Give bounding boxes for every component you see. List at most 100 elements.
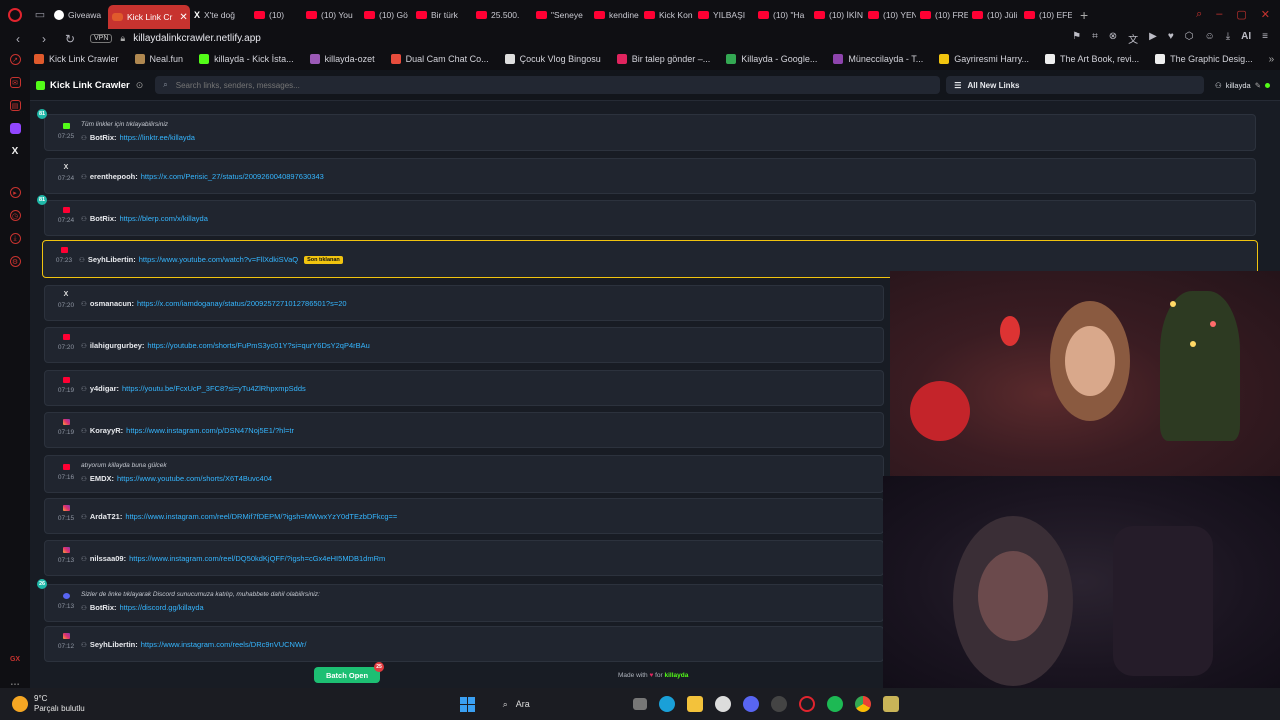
message-link[interactable]: https://www.youtube.com/shorts/X6T4Buvc4… bbox=[117, 474, 272, 483]
aria-icon[interactable]: ↗ bbox=[9, 54, 21, 65]
player-icon[interactable]: ▸ bbox=[9, 187, 21, 198]
browser-tab[interactable]: Kick Kon bbox=[640, 4, 694, 26]
new-tab-button[interactable]: + bbox=[1072, 7, 1096, 23]
x-icon[interactable]: X bbox=[10, 146, 21, 157]
minimize-button[interactable]: – bbox=[1216, 8, 1222, 21]
search-tabs-icon[interactable]: ⌕ bbox=[1196, 8, 1202, 21]
app-brand[interactable]: Kick Link Crawler bbox=[36, 80, 130, 91]
bookmark-item[interactable]: killayda - Kick İsta... bbox=[199, 54, 294, 64]
message-link[interactable]: https://www.instagram.com/reel/DQ50kdKjQ… bbox=[129, 554, 385, 563]
link-message-card[interactable]: 07:13 ⚇ nilssaa09: https://www.instagram.co… bbox=[44, 540, 884, 576]
play-icon[interactable]: ▶ bbox=[1149, 31, 1157, 46]
forward-button[interactable]: › bbox=[36, 32, 52, 46]
heart-icon[interactable]: ♥ bbox=[1168, 31, 1174, 46]
messenger-icon[interactable]: ✉ bbox=[9, 77, 21, 88]
link-message-card[interactable]: 07:19 ⚇ KorayyR: https://www.instagram.com/… bbox=[44, 412, 884, 448]
link-message-card[interactable]: 07:15 ⚇ ArdaT21: https://www.instagram.com/… bbox=[44, 498, 884, 534]
bookmark-icon[interactable]: ⚑ bbox=[1072, 31, 1081, 46]
browser-tab[interactable]: (10) "Ha bbox=[754, 4, 810, 26]
link-message-card[interactable]: 07:24 81 ⚇ BotRix: https://blerp.com/x/killa… bbox=[37, 195, 1256, 236]
windows-start-icon[interactable] bbox=[459, 696, 475, 712]
made-user[interactable]: killayda bbox=[665, 672, 689, 679]
file-explorer-icon[interactable] bbox=[686, 696, 703, 712]
gx-icon[interactable]: GX bbox=[10, 654, 21, 665]
browser-tab[interactable]: "Seneye bbox=[532, 4, 590, 26]
bookmark-item[interactable]: The Graphic Desig... bbox=[1155, 54, 1253, 64]
vpn-badge[interactable]: VPN bbox=[90, 34, 113, 43]
opera-logo-icon[interactable] bbox=[0, 0, 30, 29]
back-button[interactable]: ‹ bbox=[10, 32, 26, 46]
bookmark-item[interactable]: Neal.fun bbox=[134, 54, 183, 64]
link-message-card[interactable]: X 07:20 ⚇ osmanacun: https://x.com/iamdogana… bbox=[44, 285, 884, 321]
message-link[interactable]: https://x.com/iamdoganay/status/20092572… bbox=[137, 299, 347, 308]
browser-tab[interactable]: (10) Jüli bbox=[968, 4, 1020, 26]
browser-tab[interactable]: Bir türk bbox=[412, 4, 472, 26]
message-link[interactable]: https://blerp.com/x/killayda bbox=[120, 214, 208, 223]
more-icon[interactable]: … bbox=[10, 677, 21, 688]
message-link[interactable]: https://www.instagram.com/reel/DRMif7fDE… bbox=[125, 512, 397, 521]
download-icon[interactable]: ⤓ bbox=[1226, 31, 1230, 46]
link-message-card[interactable]: 07:20 ⚇ ilahigurgurbey: https://youtube.com… bbox=[44, 327, 884, 363]
link-message-card[interactable]: 07:12 ⚇ SeyhLibertin: https://www.instagram… bbox=[44, 626, 884, 662]
app-icon[interactable] bbox=[882, 696, 899, 712]
taskbar-search[interactable]: ⌕ Ara bbox=[493, 693, 625, 715]
close-tab-icon[interactable]: ✕ bbox=[179, 12, 187, 23]
translate-icon[interactable]: 文 bbox=[1128, 31, 1138, 46]
reload-button[interactable]: ↻ bbox=[62, 32, 78, 46]
pin-icon[interactable]: ⊙ bbox=[136, 80, 144, 91]
browser-tab[interactable]: (10) You bbox=[302, 4, 360, 26]
bookmark-item[interactable]: Killayda - Google... bbox=[726, 54, 817, 64]
message-link[interactable]: https://www.instagram.com/reels/DRc9nVUC… bbox=[141, 640, 307, 649]
message-link[interactable]: https://www.youtube.com/watch?v=FllXdkiS… bbox=[139, 255, 298, 264]
steam-icon[interactable] bbox=[714, 696, 731, 712]
twitch-icon[interactable] bbox=[9, 123, 21, 134]
link-message-card[interactable]: 07:13 26 Sizler de linke tıklayarak Discor… bbox=[37, 579, 884, 622]
filter-select[interactable]: ☰ All New Links bbox=[946, 76, 1205, 94]
bookmark-item[interactable]: Gayriresmi Harry... bbox=[939, 54, 1029, 64]
menu-icon[interactable]: ≡ bbox=[1262, 31, 1268, 46]
lock-icon[interactable]: 🔒︎ bbox=[120, 33, 125, 44]
bookmark-item[interactable]: Bir talep gönder –... bbox=[616, 54, 710, 64]
workspace-icon[interactable]: ▤ bbox=[9, 100, 21, 111]
browser-tab[interactable]: Giveawa bbox=[50, 4, 108, 26]
link-message-card[interactable]: 07:19 ⚇ y4digar: https://youtu.be/FcxUcP_3F… bbox=[44, 370, 884, 406]
downloads-icon[interactable]: ⤓ bbox=[9, 233, 21, 244]
edit-icon[interactable]: ✎ bbox=[1255, 81, 1261, 90]
search-input[interactable] bbox=[173, 79, 941, 91]
browser-tab[interactable]: (10) YEN bbox=[864, 4, 916, 26]
message-link[interactable]: https://www.instagram.com/p/DSN47Noj5E1/… bbox=[126, 426, 294, 435]
extensions-icon[interactable]: ⬡ bbox=[1185, 31, 1194, 46]
task-view-icon[interactable] bbox=[632, 698, 647, 710]
obs-icon[interactable] bbox=[770, 696, 787, 712]
browser-tab[interactable]: (10) EFE bbox=[1020, 4, 1072, 26]
spotify-icon[interactable] bbox=[826, 696, 843, 712]
bookmark-item[interactable]: The Art Book, revi... bbox=[1045, 54, 1139, 64]
link-message-card[interactable]: X 07:24 ⚇ erenthepooh: https://x.com/Perisic… bbox=[44, 158, 1256, 194]
settings-icon[interactable]: ⚙ bbox=[9, 256, 21, 267]
browser-tab[interactable]: kendine bbox=[590, 4, 640, 26]
maximize-button[interactable]: ▢ bbox=[1236, 8, 1246, 21]
link-message-card[interactable]: 07:25 81 Tüm linkler için tıklayabilirsini… bbox=[37, 109, 1256, 151]
chrome-icon[interactable] bbox=[854, 696, 871, 712]
discord-icon[interactable] bbox=[742, 696, 759, 712]
url-field[interactable]: killaydalinkcrawler.netlify.app bbox=[133, 33, 261, 44]
browser-tab[interactable]: X X'te doğ bbox=[190, 4, 250, 26]
browser-tab[interactable]: Kick Link Cr ✕ bbox=[108, 5, 190, 29]
ai-button[interactable]: AI bbox=[1241, 31, 1251, 46]
browser-tab[interactable]: 25.500. bbox=[472, 4, 532, 26]
browser-tab[interactable]: (10) FRE bbox=[916, 4, 968, 26]
weather-widget[interactable]: 9°C Parçalı bulutlu bbox=[12, 694, 85, 714]
message-link[interactable]: https://discord.gg/killayda bbox=[120, 603, 204, 612]
edge-icon[interactable] bbox=[658, 696, 675, 712]
browser-tab[interactable]: YILBAŞI bbox=[694, 4, 754, 26]
link-message-card[interactable]: 07:16 atıyorum killayda buna gülcek ⚇ EMDX:… bbox=[44, 455, 884, 493]
tab-overview-icon[interactable]: ▭ bbox=[30, 8, 50, 21]
message-link[interactable]: https://x.com/Perisic_27/status/20092600… bbox=[141, 172, 324, 181]
snapshot-icon[interactable]: ⌗ bbox=[1092, 31, 1098, 46]
browser-tab[interactable]: (10) bbox=[250, 4, 302, 26]
bookmark-item[interactable]: Müneccilayda - T... bbox=[833, 54, 923, 64]
message-link[interactable]: https://youtu.be/FcxUcP_3FC8?si=yTu4ZlRh… bbox=[122, 384, 306, 393]
batch-open-button[interactable]: Batch Open 25 bbox=[314, 662, 384, 683]
bookmark-item[interactable]: killayda-ozet bbox=[309, 54, 375, 64]
browser-tab[interactable]: (10) Gö bbox=[360, 4, 412, 26]
